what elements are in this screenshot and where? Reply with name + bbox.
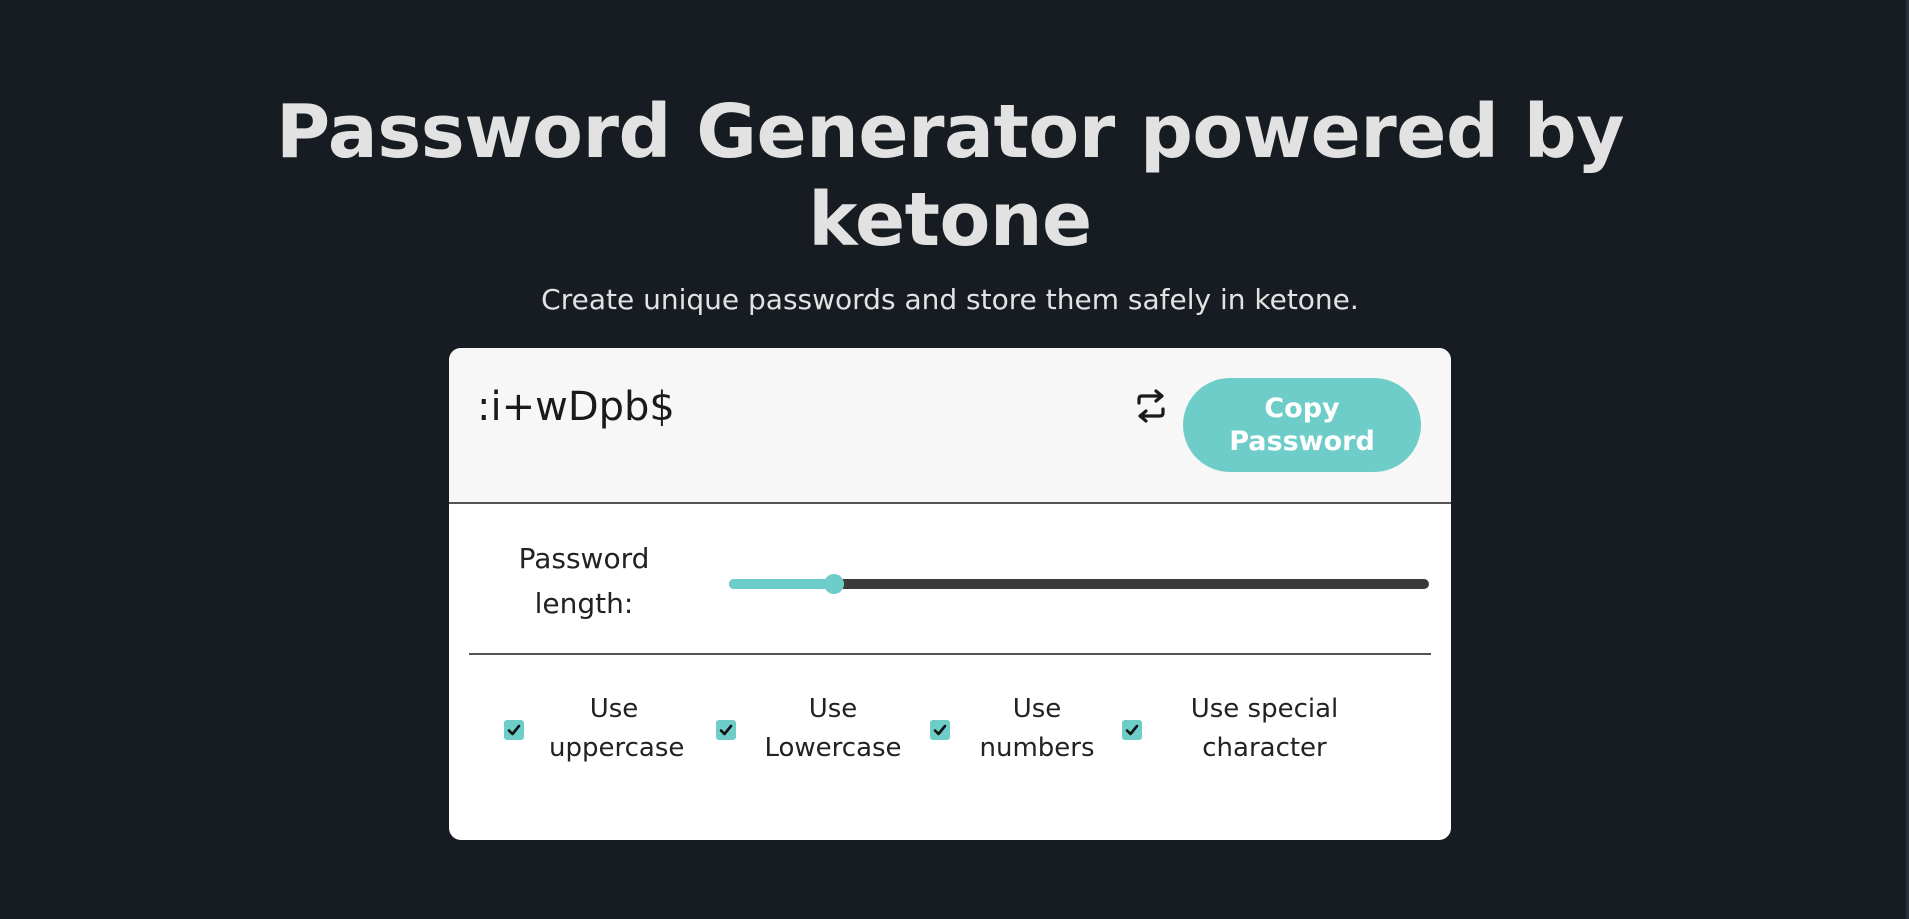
- checkmark-icon: [1125, 724, 1139, 736]
- special-character-label-line-1: Use special: [1190, 694, 1339, 724]
- lowercase-checkbox[interactable]: [716, 720, 736, 740]
- option-numbers[interactable]: Use numbers: [930, 690, 1105, 770]
- copy-password-button[interactable]: Copy Password: [1183, 378, 1421, 472]
- option-special-character[interactable]: Use special character: [1122, 690, 1372, 770]
- copy-password-label-line-1: Copy: [1264, 393, 1340, 424]
- page: Password Generator powered by ketone Cre…: [0, 0, 1909, 919]
- numbers-label: Use numbers: [972, 690, 1102, 768]
- special-character-label: Use special character: [1172, 690, 1357, 768]
- password-display-panel: :i+wDpb$ Copy Password: [449, 348, 1451, 504]
- checkmark-icon: [933, 724, 947, 736]
- lowercase-label: Use Lowercase: [758, 690, 908, 768]
- generated-password[interactable]: :i+wDpb$: [477, 382, 675, 432]
- copy-password-label-line-2: Password: [1229, 426, 1375, 457]
- slider-fill: [729, 579, 834, 589]
- slider-thumb[interactable]: [824, 574, 844, 594]
- uppercase-label-line-2: uppercase: [549, 733, 685, 763]
- password-length-label-line-1: Password: [518, 542, 650, 575]
- password-length-label-line-2: length:: [534, 587, 634, 620]
- numbers-label-line-2: numbers: [979, 733, 1095, 763]
- special-character-checkbox[interactable]: [1122, 720, 1142, 740]
- special-character-label-line-2: character: [1202, 733, 1327, 763]
- generator-card: :i+wDpb$ Copy Password Password length:: [449, 348, 1451, 840]
- page-title-line-1: Password Generator powered by: [276, 89, 1624, 175]
- divider: [469, 653, 1431, 655]
- page-title: Password Generator powered by ketone: [0, 88, 1900, 264]
- refresh-icon[interactable]: [1131, 386, 1171, 426]
- uppercase-checkbox[interactable]: [504, 720, 524, 740]
- option-lowercase[interactable]: Use Lowercase: [716, 690, 911, 770]
- checkmark-icon: [719, 724, 733, 736]
- uppercase-label-line-1: Use: [589, 694, 639, 724]
- lowercase-label-line-1: Use: [808, 694, 858, 724]
- page-title-line-2: ketone: [808, 177, 1092, 263]
- checkmark-icon: [507, 724, 521, 736]
- password-length-label: Password length:: [509, 536, 659, 626]
- lowercase-label-line-2: Lowercase: [764, 733, 902, 763]
- password-length-slider[interactable]: [729, 574, 1429, 594]
- numbers-label-line-1: Use: [1012, 694, 1062, 724]
- uppercase-label: Use uppercase: [549, 690, 685, 768]
- page-subtitle: Create unique passwords and store them s…: [541, 283, 1359, 316]
- option-uppercase[interactable]: Use uppercase: [504, 690, 685, 770]
- numbers-checkbox[interactable]: [930, 720, 950, 740]
